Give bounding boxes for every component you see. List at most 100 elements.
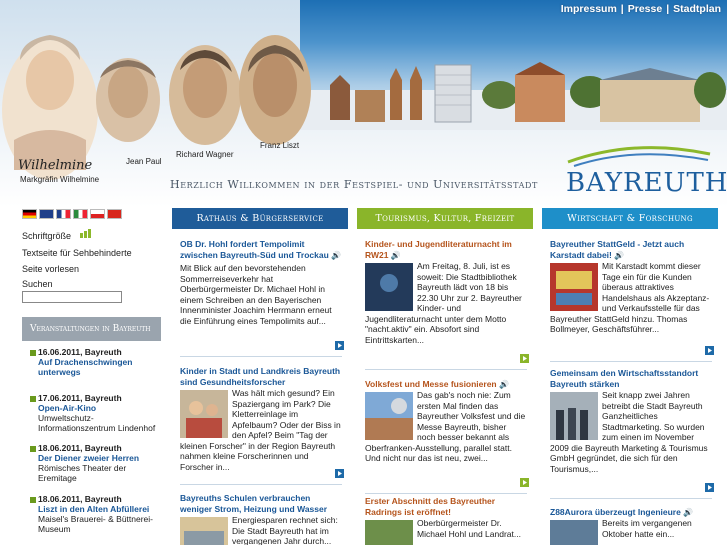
article-title[interactable]: Gemeinsam den Wirtschaftsstandort Bayreu… <box>550 368 712 390</box>
article-title[interactable]: Kinder- und Jugendliteraturnacht im RW21… <box>365 239 527 261</box>
text-impaired-link[interactable]: Textseite für Sehbehinderte <box>22 248 132 258</box>
flag-it-icon[interactable] <box>73 209 88 219</box>
event-date: 18.06.2011, Bayreuth <box>38 494 122 504</box>
speaker-icon[interactable]: 🔊 <box>391 251 401 260</box>
event-title[interactable]: Open-Air-Kino <box>38 403 160 413</box>
article-title[interactable]: Erster Abschnitt des Bayreuther Radrings… <box>365 496 527 518</box>
article-title[interactable]: Bayreuther StattGeld - Jetzt auch Karsta… <box>550 239 712 261</box>
top-navigation: Impressum | Presse | Stadtplan <box>561 3 721 15</box>
tourismus-column: Tourismus, Kultur, Freizeit Kinder- und … <box>357 208 533 545</box>
event-item[interactable]: 17.06.2011, Bayreuth Open-Air-Kino Umwel… <box>22 393 161 435</box>
flag-de-icon[interactable] <box>22 209 37 219</box>
divider <box>365 369 527 370</box>
article-title-text[interactable]: Z88Aurora überzeugt Ingenieure <box>550 507 681 517</box>
read-aloud-link[interactable]: Seite vorlesen <box>22 264 79 274</box>
more-arrow-icon[interactable] <box>705 346 714 355</box>
schools-photo-thumbnail[interactable] <box>180 517 228 545</box>
rathaus-column-body: OB Dr. Hohl fordert Tempolimit zwischen … <box>172 229 348 545</box>
speaker-icon[interactable]: 🔊 <box>499 380 509 389</box>
article: Bayreuths Schulen verbrauchen weniger St… <box>180 493 342 545</box>
article-title-text[interactable]: Volksfest und Messe fusionieren <box>365 379 497 389</box>
event-item[interactable]: 18.06.2011, Bayreuth Der Diener zweier H… <box>22 443 161 485</box>
kids-photo-thumbnail[interactable] <box>180 390 228 438</box>
events-heading: Veranstaltungen in Bayreuth <box>22 317 161 341</box>
article-title-text[interactable]: Kinder- und Jugendliteraturnacht im RW21 <box>365 239 512 260</box>
nav-separator: | <box>620 3 624 15</box>
event-item[interactable]: 16.06.2011, Bayreuth Auf Drachenschwinge… <box>22 347 161 377</box>
article: Kinder- und Jugendliteraturnacht im RW21… <box>365 239 527 345</box>
article-title-text[interactable]: OB Dr. Hohl fordert Tempolimit zwischen … <box>180 239 329 260</box>
event-location: Umweltschutz-Informationszentrum Lindenh… <box>38 413 156 433</box>
divider <box>180 356 342 357</box>
event-title[interactable]: Liszt in den Alten Abfüllerei <box>38 504 160 514</box>
article-title[interactable]: Kinder in Stadt und Landkreis Bayreuth s… <box>180 366 342 388</box>
city-skyline-image <box>300 62 727 130</box>
volksfest-thumbnail[interactable] <box>365 392 413 440</box>
article: Kinder in Stadt und Landkreis Bayreuth s… <box>180 366 342 472</box>
speaker-icon[interactable]: 🔊 <box>683 508 693 517</box>
wirtschaft-column-body: Bayreuther StattGeld - Jetzt auch Karsta… <box>542 229 718 545</box>
article: Erster Abschnitt des Bayreuther Radrings… <box>365 496 527 545</box>
event-date: 17.06.2011, Bayreuth <box>38 393 122 403</box>
flag-fr-icon[interactable] <box>56 209 71 219</box>
event-date: 16.06.2011, Bayreuth <box>38 347 122 357</box>
article-title[interactable]: Z88Aurora überzeugt Ingenieure 🔊 <box>550 507 712 518</box>
speaker-icon[interactable]: 🔊 <box>331 251 341 260</box>
font-size-small-icon[interactable] <box>80 233 83 238</box>
z88aurora-thumbnail[interactable] <box>550 520 598 545</box>
portrait-label-liszt: Franz Liszt <box>260 141 300 150</box>
font-size-control[interactable] <box>80 229 91 238</box>
search-input[interactable] <box>22 291 122 303</box>
event-bullet-icon <box>30 446 36 452</box>
event-location: Römisches Theater der Eremitage <box>38 463 127 483</box>
wirtschaft-column: Wirtschaft & Forschung Bayreuther StattG… <box>542 208 718 545</box>
radring-thumbnail[interactable] <box>365 520 413 545</box>
stadtplan-link[interactable]: Stadtplan <box>673 3 721 15</box>
article-title[interactable]: Bayreuths Schulen verbrauchen weniger St… <box>180 493 342 515</box>
divider <box>550 498 712 499</box>
font-size-medium-icon[interactable] <box>84 231 87 238</box>
portrait-label-jean-paul: Jean Paul <box>126 157 162 166</box>
tourismus-heading[interactable]: Tourismus, Kultur, Freizeit <box>357 208 533 229</box>
article: Z88Aurora überzeugt Ingenieure 🔊 Bereits… <box>550 507 712 545</box>
header-banner: Impressum | Presse | Stadtplan Wilhelmine Ma… <box>0 0 727 207</box>
impressum-link[interactable]: Impressum <box>561 3 617 15</box>
language-flags <box>22 209 122 219</box>
divider <box>180 484 342 485</box>
nav-separator: | <box>666 3 670 15</box>
divider <box>365 493 527 494</box>
event-date: 18.06.2011, Bayreuth <box>38 443 122 453</box>
more-arrow-icon[interactable] <box>705 483 714 492</box>
article: OB Dr. Hohl fordert Tempolimit zwischen … <box>180 239 342 326</box>
event-item[interactable]: 18.06.2011, Bayreuth Liszt in den Alten … <box>22 494 161 538</box>
event-bullet-icon <box>30 497 36 503</box>
article-title[interactable]: OB Dr. Hohl fordert Tempolimit zwischen … <box>180 239 342 261</box>
portrait-label-wilhelmine: Markgräfin Wilhelmine <box>20 175 100 184</box>
article-text: Mit Blick auf den bevorstehenden Sommerr… <box>180 263 332 326</box>
flag-cn-icon[interactable] <box>107 209 122 219</box>
presse-link[interactable]: Presse <box>628 3 662 15</box>
flag-cz-icon[interactable] <box>90 209 105 219</box>
speaker-icon[interactable]: 🔊 <box>614 251 624 260</box>
more-arrow-icon[interactable] <box>335 341 344 350</box>
article: Volksfest und Messe fusionieren 🔊 Das ga… <box>365 379 527 464</box>
event-title[interactable]: Der Diener zweier Herren <box>38 453 160 463</box>
more-arrow-icon[interactable] <box>520 478 529 487</box>
flag-en-icon[interactable] <box>39 209 54 219</box>
rathaus-heading[interactable]: Rathaus & Bürgerservice <box>172 208 348 229</box>
article-title[interactable]: Volksfest und Messe fusionieren 🔊 <box>365 379 527 390</box>
wirtschaft-heading[interactable]: Wirtschaft & Forschung <box>542 208 718 229</box>
literature-night-thumbnail[interactable] <box>365 263 413 311</box>
rathaus-column: Rathaus & Bürgerservice OB Dr. Hohl ford… <box>172 208 348 545</box>
article: Bayreuther StattGeld - Jetzt auch Karsta… <box>550 239 712 335</box>
bayreuth-logo[interactable]: BAYREUTH <box>566 168 727 198</box>
stattgeld-thumbnail[interactable] <box>550 263 598 311</box>
welcome-banner: Herzlich Willkommen in der Festspiel- un… <box>170 178 538 191</box>
more-arrow-icon[interactable] <box>335 469 344 478</box>
more-arrow-icon[interactable] <box>520 354 529 363</box>
event-bullet-icon <box>30 396 36 402</box>
event-title[interactable]: Auf Drachenschwingen unterwegs <box>38 357 160 377</box>
wilhelmine-signature: Wilhelmine <box>18 158 93 173</box>
wirtschaft-group-thumbnail[interactable] <box>550 392 598 440</box>
font-size-large-icon[interactable] <box>88 229 91 238</box>
